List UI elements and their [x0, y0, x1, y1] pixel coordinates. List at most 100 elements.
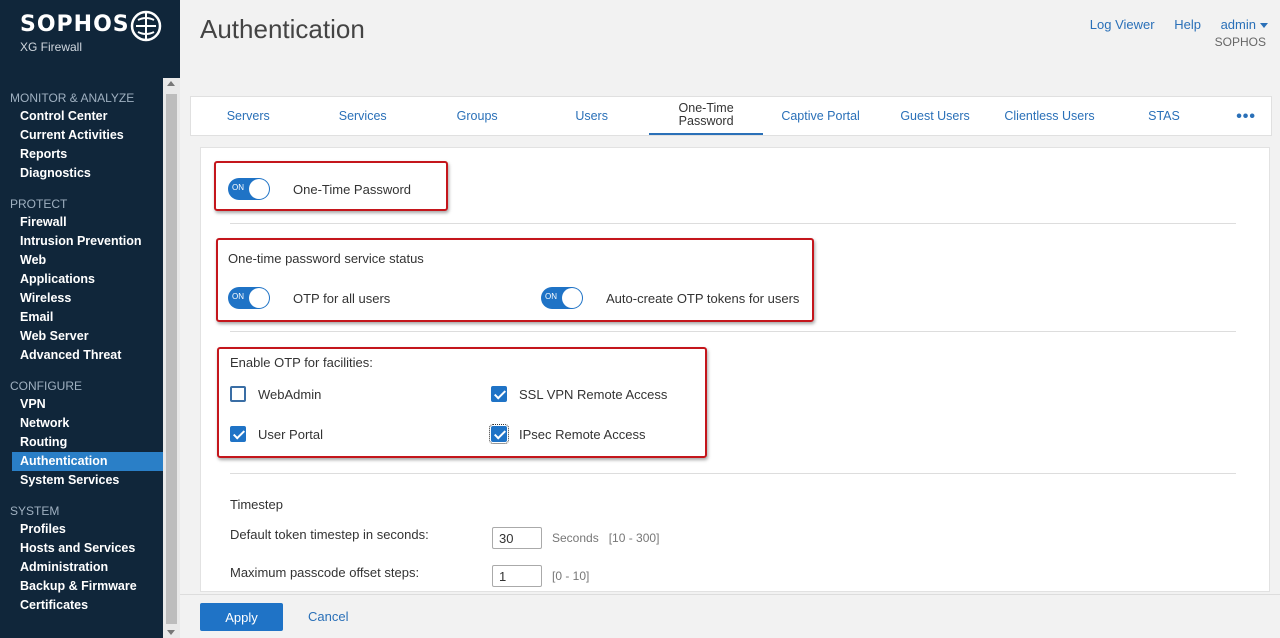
nav-section-title: PROTECT: [10, 197, 68, 211]
sidebar-item-email[interactable]: Email: [0, 308, 163, 327]
offset-row: 1 [0 - 10]: [492, 565, 589, 587]
scroll-up-icon[interactable]: [167, 81, 175, 86]
help-link[interactable]: Help: [1174, 17, 1201, 32]
webadmin-checkbox[interactable]: [230, 386, 246, 402]
otp-main-label: One-Time Password: [293, 181, 411, 197]
sidebar-scrollbar[interactable]: [163, 78, 180, 638]
sidebar-item-vpn[interactable]: VPN: [0, 395, 163, 414]
toggle-state-text: ON: [232, 292, 244, 301]
divider: [230, 223, 1236, 224]
service-status-label: One-time password service status: [228, 251, 424, 266]
offset-input[interactable]: 1: [492, 565, 542, 587]
user-portal-checkbox[interactable]: [230, 426, 246, 442]
timestep-heading: Timestep: [230, 497, 283, 512]
otp-all-users-label: OTP for all users: [293, 290, 391, 306]
tab-servers[interactable]: Servers: [191, 97, 305, 135]
divider: [230, 473, 1236, 474]
tab-captive-portal[interactable]: Captive Portal: [763, 97, 877, 135]
timestep-row: 30 Seconds [10 - 300]: [492, 527, 659, 549]
timestep-unit: Seconds: [552, 531, 599, 545]
toggle-knob: [562, 288, 582, 308]
sidebar-item-applications[interactable]: Applications: [0, 270, 163, 289]
sidebar-item-reports[interactable]: Reports: [0, 145, 163, 164]
tab-users[interactable]: Users: [534, 97, 648, 135]
sophos-logo-icon: [130, 10, 162, 42]
nav-section-title: CONFIGURE: [10, 379, 82, 393]
sidebar-item-current-activities[interactable]: Current Activities: [0, 126, 163, 145]
toggle-knob: [249, 288, 269, 308]
apply-button[interactable]: Apply: [200, 603, 283, 631]
facilities-label: Enable OTP for facilities:: [230, 355, 373, 370]
scrollbar-thumb[interactable]: [166, 94, 177, 624]
brand: SOPHOS XG Firewall: [0, 0, 180, 78]
user-name: admin: [1220, 17, 1256, 32]
ssl-vpn-checkbox[interactable]: [491, 386, 507, 402]
sidebar-item-diagnostics[interactable]: Diagnostics: [0, 164, 163, 183]
sidebar: SOPHOS XG Firewall MONITOR & ANALYZE Cont…: [0, 0, 180, 638]
sidebar-item-network[interactable]: Network: [0, 414, 163, 433]
tab-otp-line2: Password: [678, 114, 734, 128]
page-title: Authentication: [200, 14, 365, 44]
otp-main-toggle[interactable]: ON: [228, 178, 270, 200]
divider: [230, 331, 1236, 332]
sidebar-item-hosts-and-services[interactable]: Hosts and Services: [0, 539, 163, 558]
sidebar-item-control-center[interactable]: Control Center: [0, 107, 163, 126]
timestep-range: [10 - 300]: [608, 531, 660, 545]
offset-label: Maximum passcode offset steps:: [230, 565, 420, 580]
otp-settings-panel: ON One-Time Password One-time password s…: [200, 147, 1270, 592]
tab-services[interactable]: Services: [305, 97, 419, 135]
webadmin-label: WebAdmin: [258, 386, 322, 402]
webadmin-row: WebAdmin: [230, 386, 321, 402]
toggle-knob: [249, 179, 269, 199]
auto-create-row: ON Auto-create OTP tokens for users: [541, 287, 799, 309]
sidebar-item-system-services[interactable]: System Services: [0, 471, 163, 490]
tab-one-time-password[interactable]: One-Time Password: [648, 97, 764, 135]
sidebar-item-administration[interactable]: Administration: [0, 558, 163, 577]
top-links: Log Viewer Help admin: [1074, 17, 1268, 32]
chevron-down-icon: [1260, 23, 1268, 29]
tab-bar: Servers Services Groups Users One-Time P…: [190, 96, 1272, 136]
tab-stas[interactable]: STAS: [1107, 97, 1221, 135]
nav-section-title: MONITOR & ANALYZE: [10, 91, 135, 105]
toggle-state-text: ON: [232, 183, 244, 192]
tab-clientless-users[interactable]: Clientless Users: [992, 97, 1106, 135]
otp-main-row: ON One-Time Password: [228, 178, 411, 200]
auto-create-toggle[interactable]: ON: [541, 287, 583, 309]
sidebar-item-advanced-threat[interactable]: Advanced Threat: [0, 346, 163, 365]
log-viewer-link[interactable]: Log Viewer: [1090, 17, 1155, 32]
sidebar-item-routing[interactable]: Routing: [0, 433, 163, 452]
scroll-down-icon[interactable]: [167, 630, 175, 635]
sidebar-item-web-server[interactable]: Web Server: [0, 327, 163, 346]
sidebar-item-authentication[interactable]: Authentication: [12, 452, 163, 471]
sidebar-item-firewall[interactable]: Firewall: [0, 213, 163, 232]
org-name: SOPHOS: [1214, 35, 1266, 49]
timestep-input[interactable]: 30: [492, 527, 542, 549]
ipsec-checkbox[interactable]: [489, 424, 509, 444]
auto-create-label: Auto-create OTP tokens for users: [606, 290, 800, 306]
sidebar-item-certificates[interactable]: Certificates: [0, 596, 163, 615]
footer-bar: Apply Cancel: [180, 594, 1280, 638]
cancel-button[interactable]: Cancel: [308, 609, 348, 624]
nav-section-title: SYSTEM: [10, 504, 60, 518]
sidebar-item-profiles[interactable]: Profiles: [0, 520, 163, 539]
brand-product: XG Firewall: [20, 40, 83, 54]
timestep-label: Default token timestep in seconds:: [230, 527, 429, 542]
tab-groups[interactable]: Groups: [420, 97, 534, 135]
otp-all-users-row: ON OTP for all users: [228, 287, 390, 309]
nav-menu: MONITOR & ANALYZE Control Center Current A…: [0, 85, 163, 638]
tab-more-icon[interactable]: •••: [1221, 97, 1271, 135]
offset-range: [0 - 10]: [552, 569, 590, 583]
sidebar-item-intrusion-prevention[interactable]: Intrusion Prevention: [0, 232, 163, 251]
sidebar-item-backup-firmware[interactable]: Backup & Firmware: [0, 577, 163, 596]
ipsec-row: IPsec Remote Access: [489, 424, 646, 444]
sidebar-item-wireless[interactable]: Wireless: [0, 289, 163, 308]
ssl-vpn-label: SSL VPN Remote Access: [519, 386, 668, 402]
tab-guest-users[interactable]: Guest Users: [878, 97, 992, 135]
ssl-vpn-row: SSL VPN Remote Access: [491, 386, 667, 402]
user-portal-row: User Portal: [230, 426, 323, 442]
toggle-state-text: ON: [545, 292, 557, 301]
ipsec-label: IPsec Remote Access: [519, 426, 646, 442]
otp-all-users-toggle[interactable]: ON: [228, 287, 270, 309]
sidebar-item-web[interactable]: Web: [0, 251, 163, 270]
user-menu[interactable]: admin: [1221, 17, 1268, 32]
